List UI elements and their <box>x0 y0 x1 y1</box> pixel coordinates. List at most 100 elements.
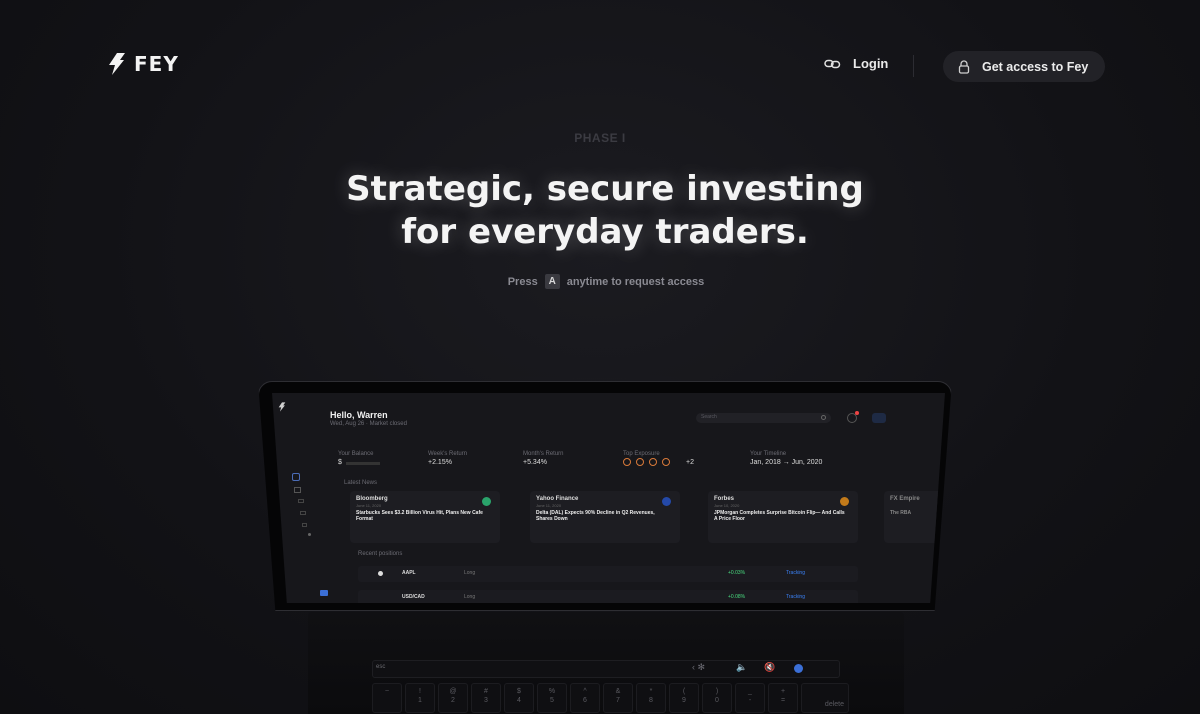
position-change: +0.03% <box>728 570 746 576</box>
position-status: Tracking <box>786 570 805 576</box>
touchbar-brightness-icon[interactable]: ‹ ✻ <box>692 662 705 673</box>
balance-masked-bar <box>346 462 380 465</box>
key[interactable]: ! 1 <box>405 683 435 713</box>
news-card[interactable]: Forbes June 10, 2020 JPMorgan Completes … <box>708 491 858 543</box>
key[interactable]: $ 4 <box>504 683 534 713</box>
stat-exposure-label: Top Exposure <box>623 451 660 457</box>
key[interactable]: + = <box>768 683 798 713</box>
news-card[interactable]: Yahoo Finance June 11, 2020 Delta (DAL) … <box>530 491 680 543</box>
login-button[interactable]: Login <box>824 56 888 71</box>
sidebar-dot-icon <box>308 533 311 536</box>
key[interactable]: % 5 <box>537 683 567 713</box>
news-source: Forbes <box>714 496 735 502</box>
search-placeholder: Search <box>701 414 717 420</box>
sidebar-settings-icon[interactable] <box>302 523 307 527</box>
get-access-label: Get access to Fey <box>982 59 1089 74</box>
touchbar-siri-icon[interactable] <box>794 664 803 673</box>
stat-week-value: +2.15% <box>428 459 452 466</box>
delta-logo-icon <box>662 497 671 506</box>
news-date: June 11, 2020 <box>356 503 382 508</box>
exposure-logo-2 <box>636 458 644 466</box>
news-source: FX Empire <box>890 496 920 502</box>
news-headline: The RBA <box>890 510 912 516</box>
stat-month-label: Month's Return <box>523 451 564 457</box>
headline-line-2: for everyday traders. <box>401 212 809 252</box>
news-date: June 10, 2020 <box>714 503 740 508</box>
stat-exposure-value: +2 <box>686 459 694 466</box>
stat-timeline-value: Jan, 2018 → Jun, 2020 <box>750 459 823 466</box>
exposure-logos <box>623 458 670 466</box>
lock-icon <box>958 59 970 74</box>
news-headline: Starbucks Sees $3.2 Billion Virus Hit, P… <box>356 510 483 522</box>
key[interactable]: & 7 <box>603 683 633 713</box>
brand-name: FEY <box>134 52 179 76</box>
news-headline: Delta (DAL) Expects 90% Decline in Q2 Re… <box>536 510 655 522</box>
touchbar-volume-icon[interactable]: 🔈 <box>736 662 747 673</box>
link-icon <box>824 59 841 68</box>
brand-logo[interactable]: FEY <box>108 52 179 76</box>
stat-balance-label: Your Balance <box>338 451 374 457</box>
position-change: +0.08% <box>728 594 746 600</box>
press-suffix: anytime to request access <box>566 275 705 288</box>
sidebar-portfolio-icon[interactable] <box>294 487 301 493</box>
press-prefix: Press <box>507 275 538 288</box>
key[interactable]: _ - <box>735 683 765 713</box>
position-row[interactable]: AAPL Long +0.03% Tracking <box>358 566 858 582</box>
greeting: Hello, Warren <box>330 410 388 420</box>
news-source: Bloomberg <box>356 496 388 502</box>
news-source: Yahoo Finance <box>536 496 579 502</box>
sidebar-active-icon[interactable] <box>320 590 328 596</box>
header-divider <box>913 55 914 77</box>
key[interactable]: # 3 <box>471 683 501 713</box>
headline-line-1: Strategic, secure investing <box>346 169 864 209</box>
sidebar-chart-icon[interactable] <box>298 499 304 503</box>
position-status: Tracking <box>786 594 805 600</box>
request-access-hint: Press A anytime to request access <box>0 274 1200 289</box>
stat-balance-value: $ <box>338 459 342 466</box>
key[interactable]: ^ 6 <box>570 683 600 713</box>
keyboard-row: ~ ! 1 @ 2 # 3 $ 4 % 5 ^ 6 & 7 * 8 ( 9 ) … <box>372 683 849 713</box>
get-access-button[interactable]: Get access to Fey <box>943 51 1105 82</box>
stat-month-value: +5.34% <box>523 459 547 466</box>
key[interactable]: ( 9 <box>669 683 699 713</box>
exposure-logo-3 <box>649 458 657 466</box>
latest-news-label: Latest News <box>344 480 378 486</box>
greeting-subtitle: Wed, Aug 26 · Market closed <box>330 421 407 427</box>
exposure-logo-1 <box>623 458 631 466</box>
position-symbol: AAPL <box>402 570 416 576</box>
recent-positions-label: Recent positions <box>358 551 403 557</box>
shortcut-key-a[interactable]: A <box>544 274 560 289</box>
starbucks-logo-icon <box>482 497 491 506</box>
search-input[interactable]: Search <box>696 413 831 423</box>
touchbar-mute-icon[interactable]: 🔇 <box>764 662 775 673</box>
key[interactable]: @ 2 <box>438 683 468 713</box>
position-side: Long <box>464 570 476 576</box>
position-symbol: USD/CAD <box>402 594 425 600</box>
login-label: Login <box>853 56 889 71</box>
position-side: Long <box>464 594 476 600</box>
exposure-logo-4 <box>662 458 670 466</box>
position-row[interactable]: USD/CAD Long +0.08% Tracking <box>358 590 858 603</box>
news-date: June 11, 2020 <box>536 503 562 508</box>
notification-badge <box>855 411 859 415</box>
news-card[interactable]: Bloomberg June 11, 2020 Starbucks Sees $… <box>350 491 500 543</box>
phase-label: PHASE I <box>574 131 626 145</box>
fey-logo-icon <box>109 53 125 75</box>
key[interactable]: ) 0 <box>702 683 732 713</box>
hero-headline: Strategic, secure investing for everyday… <box>0 168 1200 254</box>
key[interactable]: ~ <box>372 683 402 713</box>
sidebar-news-icon[interactable] <box>300 511 306 515</box>
delete-key[interactable]: delete <box>801 683 849 713</box>
apple-logo-icon <box>378 571 383 576</box>
sidebar-home-icon[interactable] <box>292 473 300 481</box>
news-headline: JPMorgan Completes Surprise Bitcoin Flip… <box>714 510 845 522</box>
touchbar-esc[interactable]: esc <box>376 664 385 670</box>
bitcoin-logo-icon <box>840 497 849 506</box>
stat-week-label: Week's Return <box>428 451 468 457</box>
laptop-screen: Hello, Warren Wed, Aug 26 · Market close… <box>272 393 945 603</box>
fey-logo-small-icon <box>278 402 286 412</box>
stat-timeline-label: Your Timeline <box>750 451 787 457</box>
key[interactable]: * 8 <box>636 683 666 713</box>
search-icon <box>821 415 826 420</box>
profile-icon[interactable] <box>872 413 886 423</box>
